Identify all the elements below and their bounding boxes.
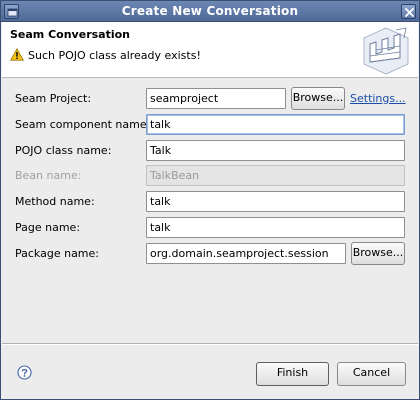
- bean-name-row: Bean name: TalkBean: [1, 165, 419, 187]
- bean-name-label: Bean name:: [15, 169, 82, 182]
- page-name-row: Page name: talk: [1, 217, 419, 239]
- banner-message: Such POJO class already exists!: [28, 49, 201, 62]
- wizard-banner: Seam Conversation Such POJO class alread…: [2, 22, 418, 78]
- bean-name-input: TalkBean: [146, 165, 405, 186]
- component-name-label: Seam component name:: [15, 118, 151, 131]
- component-name-row: Seam component name: talk: [1, 114, 419, 136]
- warning-icon: [10, 48, 24, 61]
- pojo-class-row: POJO class name: Talk: [1, 140, 419, 162]
- title-bar[interactable]: Create New Conversation: [1, 1, 419, 22]
- finish-button[interactable]: Finish: [256, 362, 329, 386]
- page-name-input[interactable]: talk: [146, 217, 405, 238]
- method-name-label: Method name:: [15, 195, 95, 208]
- footer-separator: [2, 343, 418, 345]
- help-icon[interactable]: [17, 365, 32, 380]
- wizard-banner-icon: [363, 27, 409, 75]
- banner-title: Seam Conversation: [10, 28, 131, 41]
- component-name-input[interactable]: talk: [146, 114, 405, 135]
- close-icon: [405, 8, 414, 17]
- window-title: Create New Conversation: [121, 4, 299, 18]
- seam-project-browse-button[interactable]: Browse...: [291, 87, 345, 110]
- pojo-class-input[interactable]: Talk: [146, 140, 405, 161]
- close-button[interactable]: [401, 4, 416, 19]
- cancel-button[interactable]: Cancel: [337, 362, 406, 386]
- settings-link[interactable]: Settings...: [350, 92, 406, 105]
- dialog-window: Create New Conversation Seam Conversatio…: [0, 0, 420, 400]
- method-name-input[interactable]: talk: [146, 191, 405, 212]
- seam-project-label: Seam Project:: [15, 92, 92, 105]
- package-name-input[interactable]: org.domain.seamproject.session: [146, 243, 346, 264]
- page-name-label: Page name:: [15, 221, 81, 234]
- seam-project-input[interactable]: seamproject: [146, 88, 286, 109]
- method-name-row: Method name: talk: [1, 191, 419, 213]
- package-name-row: Package name: org.domain.seamproject.ses…: [1, 242, 419, 265]
- package-browse-button[interactable]: Browse...: [351, 242, 405, 265]
- seam-project-row: Seam Project: seamproject Browse... Sett…: [1, 87, 419, 110]
- pojo-class-label: POJO class name:: [15, 144, 112, 157]
- package-name-label: Package name:: [15, 247, 99, 260]
